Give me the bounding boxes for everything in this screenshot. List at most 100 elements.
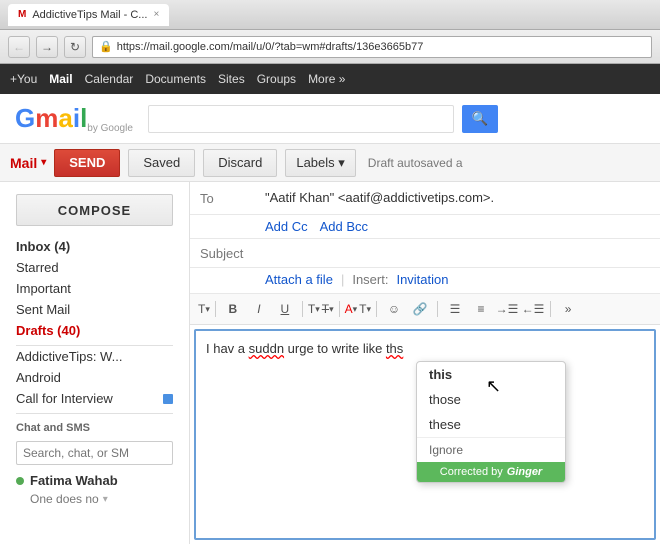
insert-label: Insert: — [352, 272, 388, 287]
discard-button[interactable]: Discard — [203, 149, 277, 177]
text-color-dropdown[interactable]: A▾ — [345, 302, 358, 316]
gmail-logo: Gmail by Google — [15, 103, 133, 134]
compose-button[interactable]: COMPOSE — [16, 194, 173, 226]
ignore-button[interactable]: Ignore — [417, 437, 565, 462]
topbar-plus-you[interactable]: +You — [10, 72, 37, 86]
subject-field: Subject — [190, 239, 660, 268]
chat-message-row[interactable]: One does no ▾ — [0, 492, 189, 510]
chat-search-input[interactable] — [16, 441, 173, 465]
chat-section-title: Chat and SMS — [0, 414, 189, 437]
labels-button[interactable]: Labels ▾ — [285, 149, 355, 177]
gmail-favicon: M — [18, 9, 26, 20]
sidebar-item-important[interactable]: Important — [0, 278, 189, 299]
search-button[interactable]: 🔍 — [462, 105, 498, 133]
format-toolbar: T▾ B I U T▾ T▾ A▾ T▾ ☺ 🔗 ☰ ≡ — [190, 294, 660, 325]
sidebar: COMPOSE Inbox (4) Starred Important Sent… — [0, 182, 190, 544]
sidebar-item-additivetips[interactable]: AddictiveTips: W... — [0, 346, 189, 367]
sidebar-sent-label: Sent Mail — [16, 302, 70, 317]
bold-button[interactable]: B — [221, 298, 245, 320]
sidebar-item-drafts[interactable]: Drafts (40) — [0, 320, 189, 341]
chat-message-text: One does no — [30, 492, 99, 506]
emoji-button[interactable]: ☺ — [382, 298, 406, 320]
search-bar: 🔍 — [148, 105, 498, 133]
attach-file-link[interactable]: Attach a file — [265, 272, 333, 287]
sidebar-item-sent[interactable]: Sent Mail — [0, 299, 189, 320]
outdent-button[interactable]: ←☰ — [521, 298, 545, 320]
topbar-sites[interactable]: Sites — [218, 72, 245, 86]
more-fmt-button[interactable]: » — [556, 298, 580, 320]
ginger-footer: Corrected by Ginger — [417, 462, 565, 482]
topbar-groups[interactable]: Groups — [257, 72, 296, 86]
sidebar-item-android[interactable]: Android — [0, 367, 189, 388]
attach-separator: | — [341, 272, 344, 287]
cc-bcc-links: Add Cc Add Bcc — [190, 215, 660, 239]
invitation-link[interactable]: Invitation — [396, 272, 448, 287]
chat-user-fatima[interactable]: Fatima Wahab — [0, 469, 189, 492]
suggestion-those[interactable]: those — [417, 387, 565, 412]
ssl-lock-icon: 🔒 — [99, 40, 113, 53]
corrected-by-label: Corrected by — [440, 466, 503, 478]
autocorrect-popup: this those these Ignore Corrected by Gin… — [416, 361, 566, 483]
gmail-header: Gmail by Google 🔍 — [0, 94, 660, 144]
topbar-more-label: More » — [308, 72, 345, 86]
font-size-dropdown[interactable]: T▾ — [308, 302, 320, 316]
sidebar-item-inbox[interactable]: Inbox (4) — [0, 236, 189, 257]
suggestion-this[interactable]: this — [417, 362, 565, 387]
fmt-sep-1 — [215, 301, 216, 317]
chat-status-online — [16, 477, 24, 485]
forward-button[interactable]: → — [36, 36, 58, 58]
bg-color-dropdown[interactable]: T▾ — [359, 302, 371, 316]
suggestion-these[interactable]: these — [417, 412, 565, 437]
browser-tab[interactable]: M AddictiveTips Mail - C... × — [8, 4, 169, 26]
tab-close-button[interactable]: × — [153, 9, 159, 20]
indent-button[interactable]: →☰ — [495, 298, 519, 320]
call-indicator — [163, 394, 173, 404]
to-value[interactable]: "Aatif Khan" <aatif@addictivetips.com>. — [265, 190, 650, 205]
spell-error-ths: ths — [386, 341, 403, 356]
font-family-dropdown[interactable]: T▾ — [198, 302, 210, 316]
topbar-more[interactable]: More » — [308, 72, 345, 86]
ol-button[interactable]: ☰ — [443, 298, 467, 320]
sidebar-inbox-label: Inbox (4) — [16, 239, 70, 254]
mail-dropdown[interactable]: Mail ▾ — [10, 155, 46, 171]
link-button[interactable]: 🔗 — [408, 298, 432, 320]
chat-dropdown-arrow: ▾ — [103, 494, 108, 505]
fmt-sep-6 — [550, 301, 551, 317]
send-button[interactable]: SEND — [54, 149, 120, 177]
ul-button[interactable]: ≡ — [469, 298, 493, 320]
sidebar-item-starred[interactable]: Starred — [0, 257, 189, 278]
action-bar: Mail ▾ SEND Saved Discard Labels ▾ Draft… — [0, 144, 660, 182]
search-input[interactable] — [148, 105, 454, 133]
browser-toolbar: ← → ↻ 🔒 https://mail.google.com/mail/u/0… — [0, 30, 660, 64]
add-bcc-link[interactable]: Add Bcc — [320, 219, 368, 234]
google-topbar: +You Mail Calendar Documents Sites Group… — [0, 64, 660, 94]
strikethrough-dropdown[interactable]: T▾ — [322, 302, 334, 316]
fmt-sep-5 — [437, 301, 438, 317]
main-content: COMPOSE Inbox (4) Starred Important Sent… — [0, 182, 660, 544]
topbar-mail[interactable]: Mail — [49, 72, 72, 86]
address-bar[interactable]: 🔒 https://mail.google.com/mail/u/0/?tab=… — [92, 36, 652, 58]
url-text: https://mail.google.com/mail/u/0/?tab=wm… — [117, 41, 424, 53]
mail-dropdown-arrow: ▾ — [41, 157, 46, 168]
sidebar-item-call[interactable]: Call for Interview — [0, 388, 189, 409]
to-label: To — [200, 190, 255, 206]
refresh-button[interactable]: ↻ — [64, 36, 86, 58]
compose-area: To "Aatif Khan" <aatif@addictivetips.com… — [190, 182, 660, 544]
sidebar-starred-label: Starred — [16, 260, 59, 275]
subject-input[interactable] — [265, 246, 650, 261]
email-body[interactable]: I hav a suddn urge to write like ths thi… — [194, 329, 656, 540]
draft-status: Draft autosaved a — [368, 156, 463, 170]
chat-user-name: Fatima Wahab — [30, 473, 118, 488]
tab-title: AddictiveTips Mail - C... — [32, 9, 147, 21]
fmt-sep-3 — [339, 301, 340, 317]
email-body-text: I hav a suddn urge to write like ths — [206, 339, 644, 359]
topbar-documents[interactable]: Documents — [145, 72, 206, 86]
sidebar-android-label: Android — [16, 370, 61, 385]
add-cc-link[interactable]: Add Cc — [265, 219, 308, 234]
saved-button[interactable]: Saved — [128, 149, 195, 177]
topbar-calendar[interactable]: Calendar — [85, 72, 134, 86]
to-field: To "Aatif Khan" <aatif@addictivetips.com… — [190, 182, 660, 215]
italic-button[interactable]: I — [247, 298, 271, 320]
underline-button[interactable]: U — [273, 298, 297, 320]
back-button[interactable]: ← — [8, 36, 30, 58]
